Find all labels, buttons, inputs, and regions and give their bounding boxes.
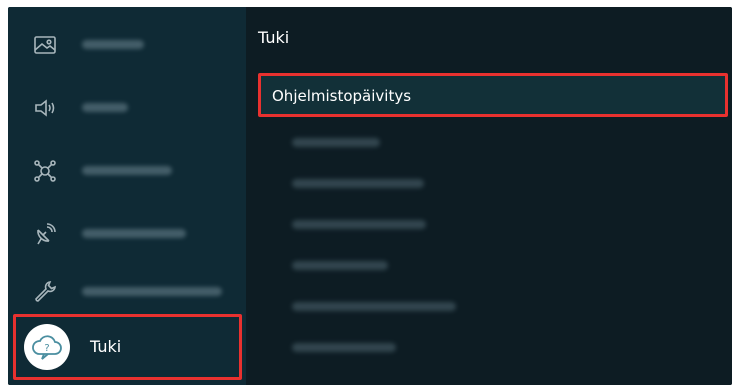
menu-item-obscured[interactable]: [292, 343, 396, 352]
sidebar-item-sound[interactable]: [8, 82, 246, 132]
menu-item-obscured[interactable]: [292, 261, 388, 270]
broadcasting-icon: [30, 219, 60, 249]
connection-icon: [30, 156, 60, 186]
settings-sidebar: ? Tuki: [8, 7, 246, 385]
wrench-icon: [30, 277, 60, 307]
page-title: Tuki: [258, 28, 290, 47]
sidebar-item-picture[interactable]: [8, 19, 246, 69]
settings-window: ? Tuki Tuki Ohjelmistopäivitys: [8, 7, 732, 385]
menu-item-obscured[interactable]: [292, 220, 426, 229]
picture-icon: [30, 30, 60, 60]
sidebar-item-connection[interactable]: [8, 145, 246, 195]
menu-item-obscured[interactable]: [292, 302, 456, 311]
support-icon: ?: [24, 324, 70, 370]
sidebar-item-label: Tuki: [90, 337, 122, 356]
support-panel: Tuki Ohjelmistopäivitys: [246, 7, 732, 385]
sidebar-item-support[interactable]: ? Tuki: [13, 314, 242, 380]
sidebar-item-label-obscured: [82, 229, 186, 238]
sidebar-item-label-obscured: [82, 166, 172, 175]
menu-item-software-update[interactable]: Ohjelmistopäivitys: [258, 73, 728, 117]
sidebar-item-broadcasting[interactable]: [8, 208, 246, 258]
menu-item-label: Ohjelmistopäivitys: [272, 87, 412, 105]
menu-item-obscured[interactable]: [292, 179, 424, 188]
sidebar-item-general[interactable]: [8, 266, 246, 316]
sound-icon: [30, 93, 60, 123]
menu-item-obscured[interactable]: [292, 138, 380, 147]
sidebar-item-label-obscured: [82, 103, 128, 112]
sidebar-item-label-obscured: [82, 40, 144, 49]
svg-text:?: ?: [44, 343, 49, 354]
sidebar-item-label-obscured: [82, 287, 222, 296]
